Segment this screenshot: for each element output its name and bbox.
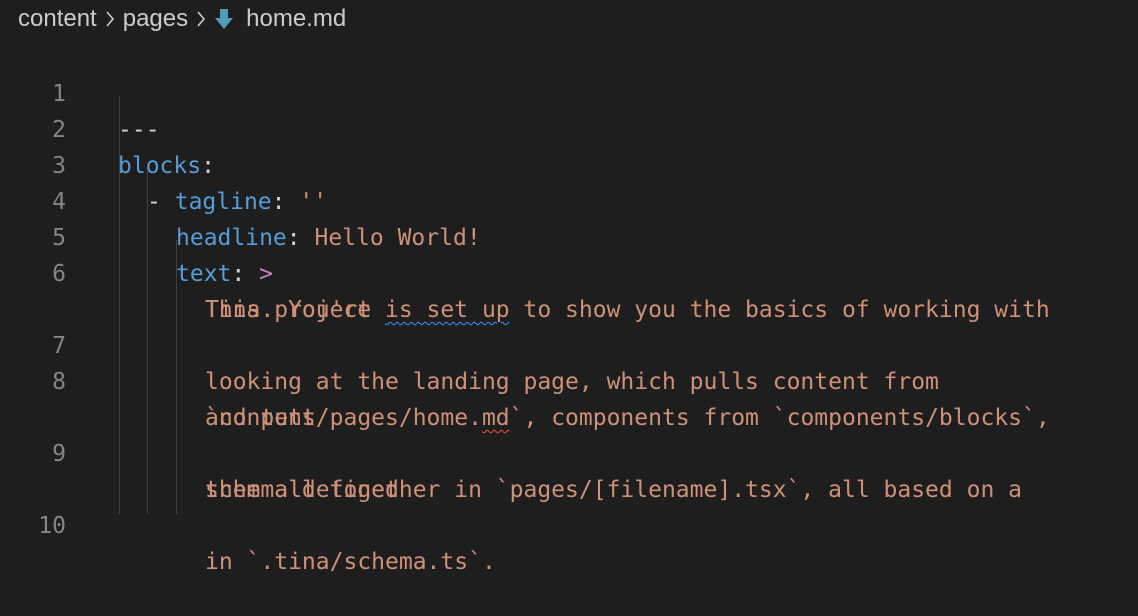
code-line-7[interactable]: 7 looking at the landing page, which pul… [0,292,1138,395]
code-line-4[interactable]: 4 headline: Hello World! [0,148,1138,251]
code-line-10[interactable]: 10 in `.tina/schema.ts`. [0,472,1138,575]
chevron-right-icon [196,10,206,28]
code-line-8[interactable]: 8 `content/pages/home.md`, components fr… [0,328,1138,431]
code-line-8-wrap[interactable]: and puts [0,364,1138,431]
code-editor[interactable]: 1 --- 2 blocks: 3 - tagline: '' 4 headli… [0,40,1138,575]
breadcrumb-folder-pages[interactable]: pages [123,5,188,33]
code-line-5[interactable]: 5 text: > [0,184,1138,287]
code-line-6[interactable]: 6 This project is set up to show you the… [0,220,1138,323]
code-line-9[interactable]: 9 them all together in `pages/[filename]… [0,400,1138,503]
code-line-1[interactable]: 1 --- [0,40,1138,143]
code-line-3[interactable]: 3 - tagline: '' [0,112,1138,215]
code-line-9-wrap[interactable]: schema defined [0,436,1138,503]
breadcrumb-folder-content[interactable]: content [18,5,97,33]
breadcrumb-file[interactable]: home.md [246,5,346,33]
line-number: 10 [38,513,66,539]
code-text: in `.tina/schema.ts`. [205,549,496,575]
chevron-right-icon [105,10,115,28]
code-line-2[interactable]: 2 blocks: [0,76,1138,179]
code-line-6-wrap[interactable]: Tina. You're [0,256,1138,323]
markdown-file-icon [214,8,234,30]
breadcrumb: content pages home.md [18,0,346,38]
